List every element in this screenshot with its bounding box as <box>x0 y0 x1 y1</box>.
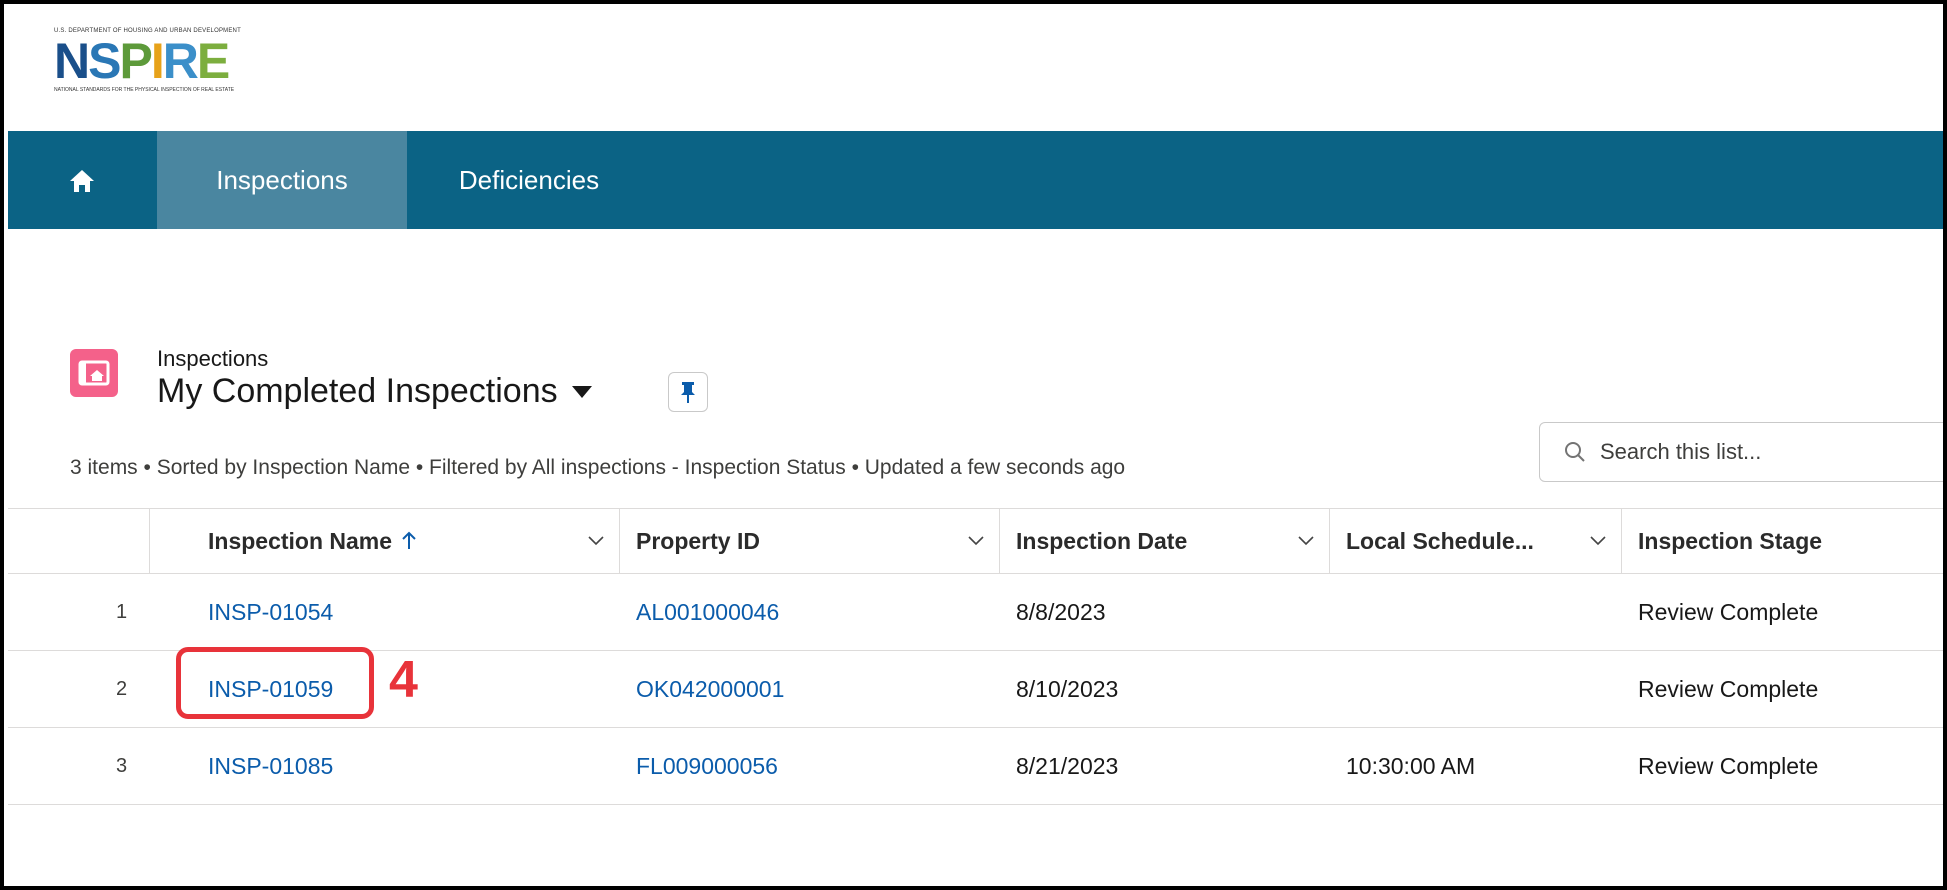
search-box[interactable] <box>1539 422 1943 482</box>
chevron-down-icon[interactable] <box>967 531 985 549</box>
inspection-date: 8/21/2023 <box>1016 752 1119 779</box>
pin-icon <box>681 382 695 403</box>
property-id-link[interactable]: FL009000056 <box>636 728 778 804</box>
tab-deficiencies[interactable]: Deficiencies <box>434 131 624 229</box>
sort-ascending-icon <box>402 531 416 549</box>
navigation-bar: Inspections Deficiencies <box>8 131 1943 229</box>
property-id-link[interactable]: OK042000001 <box>636 651 784 727</box>
row-number: 1 <box>116 600 128 623</box>
table-header: Inspection Name Property ID Inspection D… <box>8 508 1943 574</box>
column-header-inspection-stage[interactable]: Inspection Stage <box>1622 509 1943 573</box>
row-number: 2 <box>116 677 128 700</box>
inspections-object-icon <box>70 349 118 397</box>
column-header-inspection-date[interactable]: Inspection Date <box>1000 509 1330 573</box>
chevron-down-icon[interactable] <box>587 531 605 549</box>
tab-inspections[interactable]: Inspections <box>157 131 407 229</box>
row-number: 3 <box>116 754 128 777</box>
inspection-name-link[interactable]: INSP-01085 <box>208 728 333 804</box>
column-header-property-id[interactable]: Property ID <box>620 509 1000 573</box>
inspection-stage: Review Complete <box>1638 752 1819 779</box>
list-view-title: My Completed Inspections <box>157 372 558 410</box>
column-label: Property ID <box>636 527 760 554</box>
annotation-step-number: 4 <box>389 651 418 709</box>
nspire-logo[interactable]: U.S. DEPARTMENT OF HOUSING AND URBAN DEV… <box>54 28 241 100</box>
row-number-header <box>8 509 150 573</box>
inspection-date: 8/8/2023 <box>1016 598 1106 625</box>
column-header-local-schedule[interactable]: Local Schedule... <box>1330 509 1622 573</box>
column-label: Inspection Date <box>1016 527 1188 554</box>
list-summary: 3 items • Sorted by Inspection Name • Fi… <box>70 456 1126 479</box>
pin-list-button[interactable] <box>668 372 708 412</box>
tab-deficiencies-label: Deficiencies <box>458 164 600 195</box>
logo-bottom-text: NATIONAL STANDARDS FOR THE PHYSICAL INSP… <box>54 87 235 93</box>
tab-inspections-label: Inspections <box>216 164 348 195</box>
inspection-stage: Review Complete <box>1638 598 1819 625</box>
home-icon[interactable] <box>68 167 96 195</box>
column-label: Inspection Name <box>208 527 393 554</box>
chevron-down-icon[interactable] <box>1589 531 1607 549</box>
column-header-inspection-name[interactable]: Inspection Name <box>150 509 620 573</box>
column-label: Inspection Stage <box>1638 527 1823 554</box>
annotation-highlight-box <box>176 647 374 719</box>
list-view-selector[interactable]: My Completed Inspections <box>157 372 592 411</box>
object-label: Inspections <box>157 346 269 371</box>
chevron-down-icon[interactable] <box>1297 531 1315 549</box>
table-row: 1 INSP-01054 AL001000046 8/8/2023 Review… <box>8 574 1943 651</box>
column-label: Local Schedule... <box>1346 527 1534 554</box>
inspection-date: 8/10/2023 <box>1016 675 1119 702</box>
local-schedule: 10:30:00 AM <box>1346 752 1476 779</box>
inspection-stage: Review Complete <box>1638 675 1819 702</box>
caret-down-icon[interactable] <box>571 385 592 398</box>
table-row: 3 INSP-01085 FL009000056 8/21/2023 10:30… <box>8 728 1943 805</box>
search-input[interactable] <box>1598 438 1902 466</box>
inspection-name-link[interactable]: INSP-01054 <box>208 574 333 650</box>
logo-word: NSPIRE <box>54 33 230 89</box>
app-frame: U.S. DEPARTMENT OF HOUSING AND URBAN DEV… <box>0 0 1947 890</box>
property-id-link[interactable]: AL001000046 <box>636 574 779 650</box>
search-icon <box>1565 442 1585 462</box>
